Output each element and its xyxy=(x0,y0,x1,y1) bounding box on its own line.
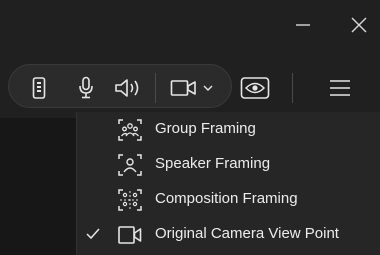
group-framing-icon xyxy=(118,119,142,141)
menu-item-composition-framing[interactable]: Composition Framing xyxy=(77,182,380,217)
menu-item-label: Original Camera View Point xyxy=(155,225,339,242)
chevron-down-icon xyxy=(203,85,213,91)
toolbar-separator xyxy=(292,73,293,103)
menu-item-speaker-framing[interactable]: Speaker Framing xyxy=(77,147,380,182)
title-bar xyxy=(0,0,380,56)
framing-menu: Group Framing Speaker Framing Compositio… xyxy=(76,112,380,255)
composition-framing-icon xyxy=(118,189,142,211)
remote-icon xyxy=(32,77,46,99)
menu-item-label: Speaker Framing xyxy=(155,155,271,172)
menu-item-label: Composition Framing xyxy=(155,190,298,207)
microphone-button[interactable] xyxy=(74,75,98,101)
eye-icon xyxy=(240,77,270,99)
menu-item-original-camera-view[interactable]: Original Camera View Point xyxy=(77,217,380,252)
camera-dropdown-button[interactable] xyxy=(164,76,220,100)
close-icon xyxy=(351,17,367,33)
microphone-icon xyxy=(79,76,93,99)
menu-item-group-framing[interactable]: Group Framing xyxy=(77,112,380,147)
menu-item-label: Group Framing xyxy=(155,120,256,137)
menu-button[interactable] xyxy=(328,77,352,99)
close-button[interactable] xyxy=(344,10,374,40)
preview-button[interactable] xyxy=(238,75,272,101)
speaker-icon xyxy=(115,79,139,97)
minimize-icon xyxy=(296,24,310,26)
remote-button[interactable] xyxy=(28,76,50,100)
camera-icon xyxy=(170,80,196,96)
video-preview-area xyxy=(0,118,76,255)
speaker-button[interactable] xyxy=(113,77,145,99)
speaker-framing-icon xyxy=(118,154,142,176)
toolbar xyxy=(0,56,380,118)
camera-view-icon xyxy=(118,226,142,244)
checkmark-icon xyxy=(86,228,100,240)
hamburger-menu-icon xyxy=(330,80,350,96)
toolbar-separator xyxy=(155,73,156,103)
minimize-button[interactable] xyxy=(288,10,318,40)
